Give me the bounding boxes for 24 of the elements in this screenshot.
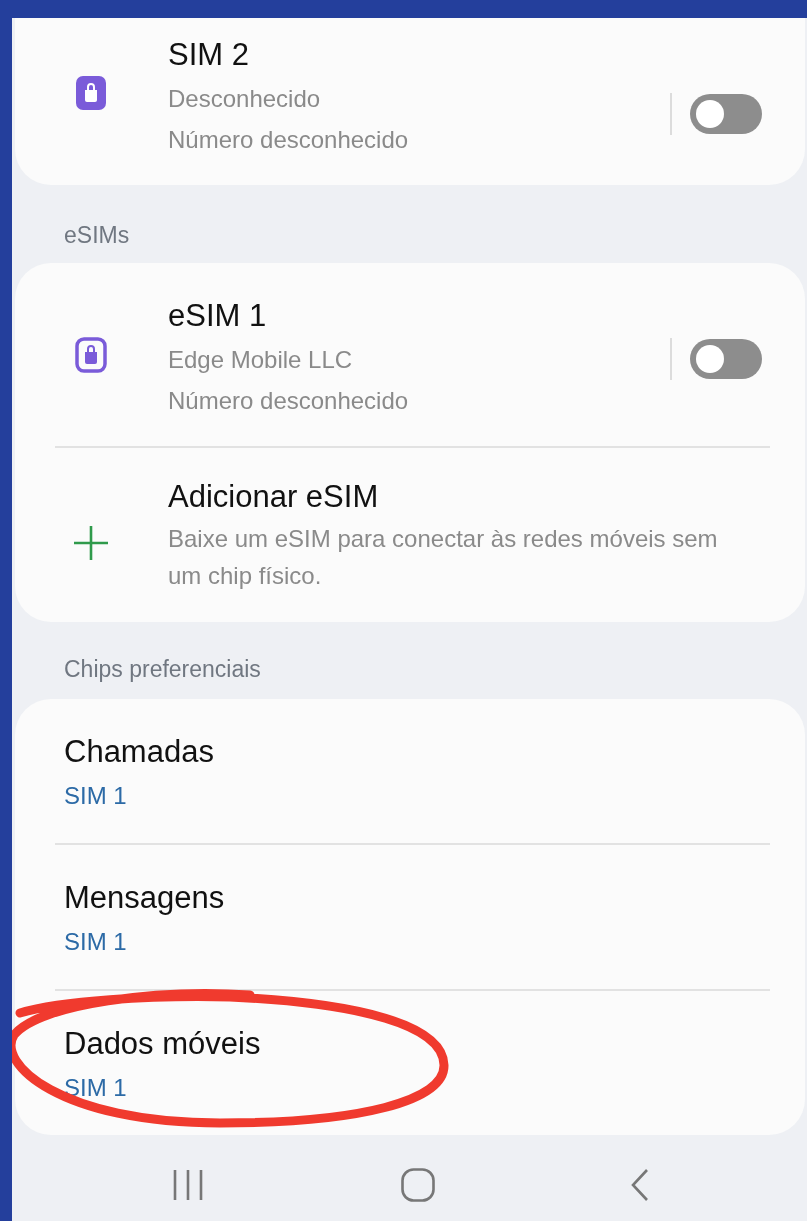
preference-value: SIM 1 (64, 781, 127, 811)
sim-card-icon (76, 76, 106, 110)
esim-icon (75, 337, 107, 373)
recent-apps-icon[interactable] (172, 1169, 204, 1200)
preference-value: SIM 1 (64, 1073, 127, 1103)
preference-label: Dados móveis (64, 1025, 261, 1063)
carrier-name: Desconhecido (168, 84, 322, 114)
back-icon[interactable] (631, 1168, 649, 1201)
home-icon[interactable] (400, 1167, 435, 1202)
toggle-switch[interactable] (690, 94, 762, 134)
plus-icon (73, 525, 109, 561)
section-header: Chips preferenciais (63, 655, 262, 684)
sim-name: SIM 2 (168, 36, 250, 74)
preference-value: SIM 1 (64, 927, 127, 957)
carrier-name: Edge Mobile LLC (168, 345, 354, 375)
section-header: eSIMs (63, 221, 131, 250)
phone-number: Número desconhecido (168, 386, 410, 416)
toggle-switch[interactable] (690, 339, 762, 379)
phone-number: Número desconhecido (168, 125, 410, 155)
preference-label: Mensagens (64, 879, 225, 917)
preference-label: Chamadas (64, 733, 214, 771)
add-esim-description: Baixe um eSIM para conectar às redes móveis sem um chip físico. (168, 524, 719, 591)
sim-name: eSIM 1 (168, 297, 268, 335)
add-esim-title: Adicionar eSIM (168, 478, 380, 516)
